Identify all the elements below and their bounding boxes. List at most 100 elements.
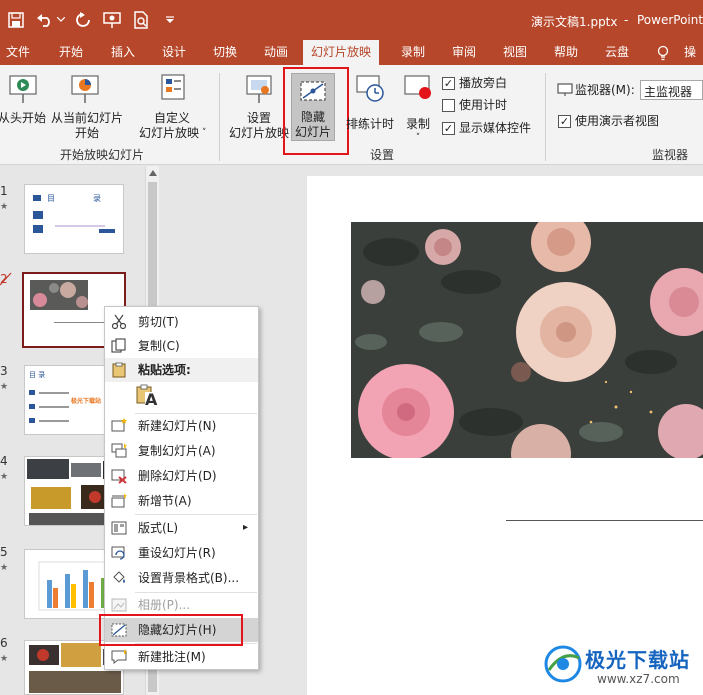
- save-icon[interactable]: [8, 12, 24, 28]
- present-from-start-icon[interactable]: [103, 11, 121, 29]
- current-slide-canvas[interactable]: [307, 176, 703, 695]
- delete-slide-icon: [111, 469, 127, 484]
- slide-star-4: ★: [0, 472, 9, 482]
- custom-slideshow-button[interactable]: 自定义 幻灯片放映 ˅: [134, 71, 214, 143]
- show-media-controls-checkbox[interactable]: ✓: [442, 122, 455, 135]
- tab-insert[interactable]: 插入: [111, 40, 135, 65]
- menu-item-new-comment[interactable]: 新建批注(M): [105, 645, 258, 669]
- tab-record[interactable]: 录制: [401, 40, 425, 65]
- menu-layout-label: 版式(L): [138, 521, 179, 535]
- menu-item-reset-slide[interactable]: 重设幻灯片(R): [105, 541, 258, 565]
- tab-home[interactable]: 开始: [59, 40, 83, 65]
- tab-slideshow[interactable]: 幻灯片放映: [303, 40, 380, 65]
- submenu-arrow-icon: ▸: [243, 522, 249, 533]
- tab-cloud[interactable]: 云盘: [605, 40, 629, 65]
- roses-thumbnail-image: [30, 280, 88, 310]
- customize-toolbar-icon[interactable]: [165, 16, 175, 24]
- slide-number-4: 4: [0, 454, 8, 468]
- scissors-icon: [111, 314, 127, 330]
- menu-item-add-section[interactable]: 新增节(A): [105, 489, 258, 513]
- menu-duplicate-slide-label: 复制幻灯片(A): [138, 444, 216, 458]
- tab-view[interactable]: 视图: [503, 40, 527, 65]
- thumb-decoration: [39, 392, 69, 394]
- use-timings-checkbox[interactable]: [442, 99, 455, 112]
- monitor-select-value: 主监视器: [644, 85, 693, 99]
- slide-star-5: ★: [0, 563, 9, 573]
- slide-thumbnail-1[interactable]: 目 录: [24, 184, 124, 254]
- menu-item-copy[interactable]: 复制(C): [105, 334, 258, 358]
- slide-number-3: 3: [0, 364, 8, 378]
- show-media-controls-label: 显示媒体控件: [459, 121, 532, 135]
- play-narration-label: 播放旁白: [459, 76, 508, 90]
- paint-bucket-icon: [113, 571, 125, 583]
- thumb-3-title: 目 录: [29, 371, 46, 379]
- menu-delete-slide-label: 删除幻灯片(D): [138, 469, 217, 483]
- menu-separator: [135, 514, 257, 515]
- paste-keep-text-glyph: A: [145, 390, 158, 409]
- highlight-box-ribbon: [283, 67, 349, 155]
- thumb-decoration: [29, 404, 35, 409]
- menu-format-background-label: 设置背景格式(B)...: [138, 571, 240, 585]
- subtitle-placeholder-line: [506, 520, 703, 521]
- watermark-name: 极光下载站: [585, 648, 690, 672]
- undo-dropdown-icon[interactable]: [57, 17, 65, 23]
- thumb-decoration: [29, 390, 35, 395]
- from-start-button[interactable]: 从头开始: [0, 71, 46, 139]
- hidden-slide-icon: [0, 272, 12, 286]
- group-label-monitor: 监视器: [652, 148, 689, 162]
- undo-icon[interactable]: [36, 12, 54, 28]
- monitor-label: 监视器(M):: [575, 83, 635, 97]
- menu-item-cut[interactable]: 剪切(T): [105, 310, 258, 334]
- ribbon-divider: [219, 73, 220, 161]
- record-button[interactable]: 录制 ˅: [398, 71, 438, 143]
- tab-file[interactable]: 文件: [6, 40, 30, 65]
- menu-cut-label: 剪切(T): [138, 315, 179, 329]
- menu-new-comment-label: 新建批注(M): [138, 650, 206, 664]
- group-label-start-slideshow: 开始放映幻灯片: [60, 148, 145, 162]
- copy-icon: [111, 338, 126, 353]
- stopwatch-icon: [356, 75, 384, 102]
- monitor-select[interactable]: 主监视器: [640, 80, 703, 100]
- new-slide-icon: [111, 418, 127, 432]
- play-narration-checkbox[interactable]: ✓: [442, 77, 455, 90]
- slide-number-5: 5: [0, 545, 8, 559]
- tab-design[interactable]: 设计: [162, 40, 186, 65]
- menu-item-new-slide[interactable]: 新建幻灯片(N): [105, 414, 258, 438]
- from-start-label: 从头开始: [0, 111, 47, 125]
- title-separator: -: [624, 13, 629, 27]
- roses-photo[interactable]: [351, 222, 703, 458]
- layout-icon: [111, 521, 127, 535]
- custom-slideshow-icon: [161, 74, 185, 100]
- slide-star-3: ★: [0, 382, 9, 392]
- slide-star-1: ★: [0, 202, 9, 212]
- menu-item-layout[interactable]: 版式(L) ▸: [105, 516, 258, 540]
- record-chevron-icon: ˅: [415, 133, 421, 143]
- lightbulb-icon[interactable]: [657, 45, 669, 61]
- record-icon: [404, 75, 431, 99]
- reset-slide-icon: [111, 546, 125, 560]
- tab-animations[interactable]: 动画: [264, 40, 288, 65]
- thumb-1-title-b: 录: [93, 194, 101, 203]
- tab-review[interactable]: 审阅: [452, 40, 476, 65]
- projector-play-icon: [9, 75, 37, 103]
- paste-keep-text-button[interactable]: A: [135, 384, 158, 410]
- watermark-url: www.xz7.com: [597, 672, 680, 686]
- menu-item-format-background[interactable]: 设置背景格式(B)...: [105, 566, 258, 590]
- tab-tell-me[interactable]: 操作: [684, 40, 703, 84]
- menu-item-delete-slide[interactable]: 删除幻灯片(D): [105, 464, 258, 488]
- tab-transitions[interactable]: 切换: [213, 40, 237, 65]
- presenter-view-checkbox[interactable]: ✓: [558, 115, 571, 128]
- comment-icon: [111, 649, 127, 664]
- redo-icon[interactable]: [75, 12, 91, 28]
- projector-pie-icon: [71, 75, 99, 103]
- rehearse-timings-button[interactable]: 排练计时: [343, 71, 397, 139]
- thumb-decoration: [54, 322, 104, 323]
- scroll-up-icon[interactable]: [149, 170, 157, 176]
- menu-copy-label: 复制(C): [138, 339, 180, 353]
- thumb-decoration: [55, 225, 105, 227]
- print-preview-icon[interactable]: [133, 11, 149, 29]
- from-current-slide-button[interactable]: 从当前幻灯片 开始: [48, 71, 126, 143]
- tab-help[interactable]: 帮助: [554, 40, 578, 65]
- menu-item-duplicate-slide[interactable]: 复制幻灯片(A): [105, 439, 258, 463]
- menu-header-paste-options: 粘贴选项:: [105, 358, 258, 382]
